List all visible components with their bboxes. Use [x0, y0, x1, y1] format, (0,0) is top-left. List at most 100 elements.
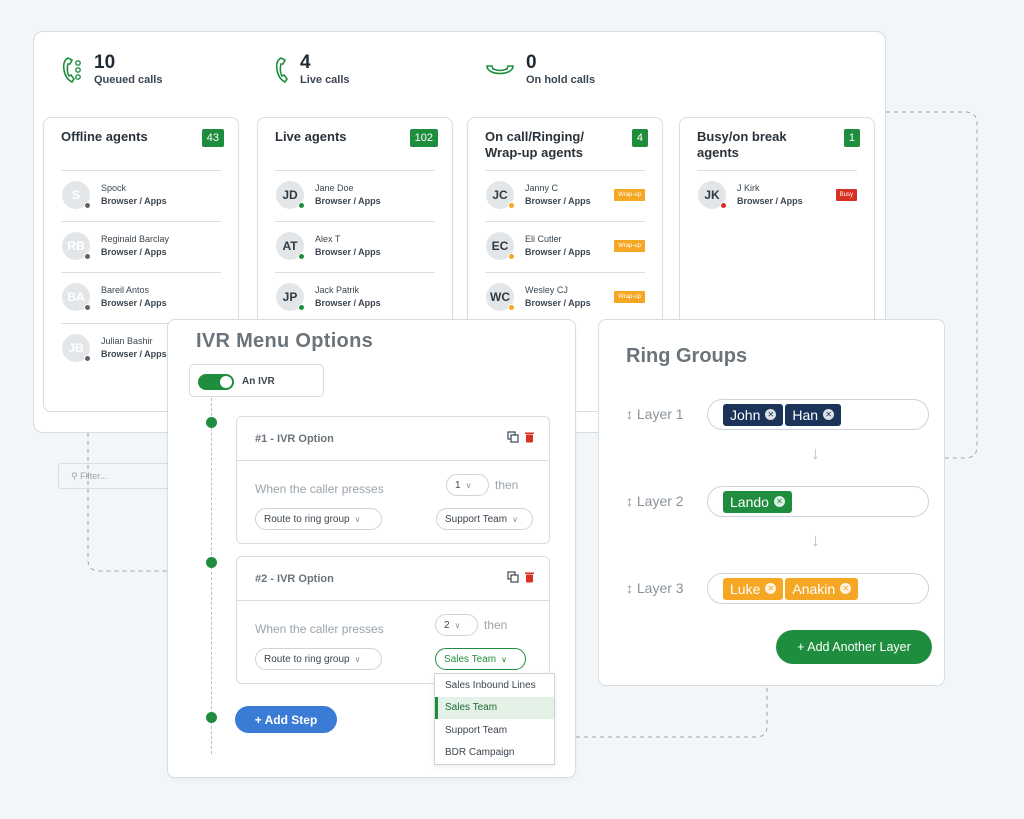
agent-row[interactable]: RB Reginald Barclay Browser / Apps — [61, 222, 221, 273]
agent-name: Reginald Barclay — [101, 234, 170, 244]
offline-status-dot — [84, 304, 91, 311]
agent-row[interactable]: BA Bareil Antos Browser / Apps — [61, 273, 221, 324]
member-chip[interactable]: John ✕ — [723, 403, 784, 426]
layer-members-box[interactable]: Lando ✕ — [707, 486, 929, 517]
ivr-option-card: #1 - IVR Option When the caller presses … — [236, 416, 550, 544]
option-actions — [507, 571, 535, 583]
wrap-up-badge: Wrap-up — [614, 240, 645, 252]
agent-device: Browser / Apps — [525, 196, 591, 206]
add-step-button[interactable]: + Add Step — [235, 706, 337, 733]
agent-name: J Kirk — [737, 183, 760, 193]
avatar: WC — [486, 283, 515, 311]
ivr-menu-panel: IVR Menu Options An IVR #1 - IVR Option … — [167, 319, 576, 778]
layer-label[interactable]: ↕ Layer 2 — [626, 493, 684, 509]
on-hold-count: 0 — [526, 52, 537, 73]
agent-device: Browser / Apps — [101, 349, 167, 359]
agent-name: Julian Bashir — [101, 336, 153, 346]
column-count: 1 — [843, 129, 860, 147]
remove-icon: ✕ — [765, 409, 777, 420]
queued-label: Queued calls — [94, 74, 163, 86]
dropdown-option[interactable]: Sales Inbound Lines — [435, 674, 554, 697]
agent-row[interactable]: AT Alex T Browser / Apps — [275, 222, 435, 273]
member-chip[interactable]: Luke ✕ — [723, 577, 784, 600]
option-header: #1 - IVR Option — [237, 417, 549, 461]
key-select[interactable]: 2 ∨ — [435, 614, 478, 636]
agent-row[interactable]: EC Eli Cutler Browser / Apps Wrap-up — [485, 222, 645, 273]
busy-status-dot — [508, 202, 515, 209]
trash-icon[interactable] — [524, 571, 535, 583]
queued-count: 10 — [94, 52, 116, 73]
option-title: #1 - IVR Option — [255, 433, 334, 445]
agent-row[interactable]: S Spock Browser / Apps — [61, 171, 221, 222]
dropdown-option[interactable]: Support Team — [435, 719, 554, 742]
layer-label[interactable]: ↕ Layer 3 — [626, 580, 684, 596]
chevron-down-icon: ∨ — [354, 654, 361, 664]
add-another-layer-button[interactable]: + Add Another Layer — [776, 630, 932, 664]
avatar: JC — [486, 181, 515, 209]
option-prompt: When the caller presses — [255, 622, 384, 636]
agent-name: Janny C — [525, 183, 559, 193]
layer-members-box[interactable]: John ✕ Han ✕ — [707, 399, 929, 430]
agent-row[interactable]: JC Janny C Browser / Apps Wrap-up — [485, 171, 645, 222]
remove-icon: ✕ — [773, 496, 785, 507]
agent-name: Eli Cutler — [525, 234, 562, 244]
layer-members-box[interactable]: Luke ✕ Anakin ✕ — [707, 573, 929, 604]
copy-icon[interactable] — [507, 431, 519, 443]
target-select[interactable]: Support Team ∨ — [436, 508, 533, 530]
copy-icon[interactable] — [507, 571, 519, 583]
column-title: Busy/on break agents — [697, 129, 787, 160]
layer-label[interactable]: ↕ Layer 1 — [626, 406, 684, 422]
ivr-toggle-box: An IVR — [189, 364, 324, 397]
stat-live: 4 Live calls — [274, 53, 350, 86]
online-status-dot — [298, 202, 305, 209]
dropdown-option[interactable]: BDR Campaign — [435, 742, 554, 765]
agent-name: Alex T — [315, 234, 341, 244]
ivr-toggle[interactable] — [198, 374, 234, 390]
chevron-down-icon: ∨ — [465, 480, 472, 490]
toggle-label: An IVR — [242, 376, 275, 387]
stat-queued: 10 Queued calls — [62, 52, 163, 86]
timeline-dot — [206, 417, 217, 428]
member-chip[interactable]: Lando ✕ — [723, 490, 792, 513]
action-select[interactable]: Route to ring group ∨ — [255, 648, 382, 670]
option-title: #2 - IVR Option — [255, 573, 334, 585]
panel-title: Ring Groups — [626, 345, 748, 367]
wrap-up-badge: Wrap-up — [614, 189, 645, 201]
avatar: BA — [62, 283, 91, 311]
member-chip[interactable]: Han ✕ — [785, 403, 842, 426]
member-chip[interactable]: Anakin ✕ — [785, 577, 859, 600]
agent-row[interactable]: JP Jack Patrik Browser / Apps — [275, 273, 435, 324]
live-label: Live calls — [300, 74, 350, 86]
avatar: S — [62, 181, 91, 209]
busy-status-dot — [508, 304, 515, 311]
dropdown-option-selected[interactable]: Sales Team — [435, 696, 554, 719]
then-label: then — [495, 478, 519, 492]
remove-icon: ✕ — [840, 583, 852, 594]
key-select[interactable]: 1 ∨ — [446, 474, 489, 496]
wrap-up-badge: Wrap-up — [614, 291, 645, 303]
agent-name: Bareil Antos — [101, 285, 150, 295]
column-count: 102 — [409, 129, 438, 147]
agent-row[interactable]: JK J Kirk Browser / Apps Busy — [697, 171, 857, 222]
agent-row[interactable]: WC Wesley CJ Browser / Apps Wrap-up — [485, 273, 645, 324]
busy-badge: Busy — [835, 189, 857, 201]
agent-device: Browser / Apps — [315, 247, 381, 257]
target-dropdown-menu: Sales Inbound Lines Sales Team Support T… — [434, 673, 555, 765]
queued-calls-icon — [62, 57, 81, 84]
on-hold-label: On hold calls — [526, 74, 596, 86]
timeline-dot — [206, 712, 217, 723]
chevron-down-icon: ∨ — [501, 654, 507, 664]
action-select[interactable]: Route to ring group ∨ — [255, 508, 382, 530]
agent-name: Jane Doe — [315, 183, 354, 193]
agent-name: Spock — [101, 183, 127, 193]
busy-status-dot — [508, 253, 515, 260]
agent-row[interactable]: JD Jane Doe Browser / Apps — [275, 171, 435, 222]
avatar: JP — [276, 283, 305, 311]
avatar: AT — [276, 232, 305, 260]
agent-device: Browser / Apps — [101, 298, 167, 308]
trash-icon[interactable] — [524, 431, 535, 443]
timeline-line — [211, 398, 212, 754]
target-select[interactable]: Sales Team ∨ — [435, 648, 526, 670]
search-icon: ⚲ — [71, 471, 78, 481]
ivr-option-card: #2 - IVR Option When the caller presses … — [236, 556, 550, 684]
